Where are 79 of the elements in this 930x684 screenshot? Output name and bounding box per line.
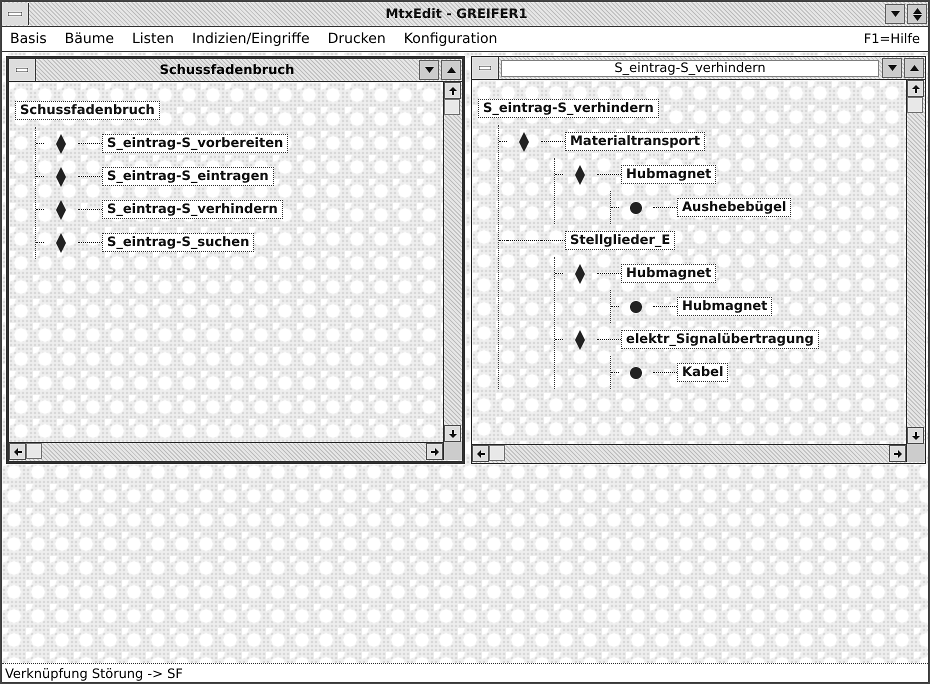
tree-node[interactable]: Aushebebügel [677,198,792,217]
scroll-up-button[interactable] [907,80,924,97]
scroll-left-button[interactable] [9,443,26,460]
tree-node[interactable]: S_eintrag-S_vorbereiten [102,134,288,153]
vertical-scrollbar[interactable] [443,82,462,442]
node-dot-icon [630,300,642,312]
minimize-button[interactable] [419,60,439,80]
menu-item[interactable]: Indizien/Eingriffe [192,31,310,47]
system-menu-button[interactable] [9,59,36,81]
node-dot-icon [630,202,642,214]
maximize-button[interactable] [441,60,461,80]
diamond-icon [56,166,66,186]
window-title: MtxEdit - GREIFER1 [384,6,529,22]
triangle-down-icon [888,65,896,71]
tree-node[interactable]: Schussfadenbruch [15,101,160,120]
dash-icon [16,68,28,72]
arrow-up-icon [448,86,456,94]
diamond-icon [56,232,66,252]
status-text: Verknüpfung Störung -> SF [4,667,183,682]
scroll-thumb[interactable] [26,443,42,459]
scroll-right-button[interactable] [889,445,906,462]
system-menu-button[interactable] [2,3,29,25]
vertical-scrollbar[interactable] [906,80,925,444]
horizontal-scrollbar[interactable] [9,442,443,461]
window-title: Schussfadenbruch [158,62,296,78]
minimize-button[interactable] [882,58,902,78]
menu-item[interactable]: Basis [10,31,47,47]
tree-node[interactable]: Hubmagnet [677,297,772,316]
node-dot-icon [630,366,642,378]
minimize-button[interactable] [885,4,905,24]
tree-node[interactable]: S_eintrag-S_suchen [102,233,254,252]
tree-node[interactable]: Materialtransport [565,132,706,151]
arrow-left-icon [476,450,484,458]
scroll-down-button[interactable] [444,425,461,442]
tree-node[interactable]: Stellglieder_E [565,231,676,250]
tree-node[interactable]: elektr_Signalübertragung [621,330,819,349]
menu-item[interactable]: Konfiguration [404,31,498,47]
menu-item[interactable]: Drucken [328,31,386,47]
scroll-thumb[interactable] [489,445,505,461]
tree-node[interactable]: S_eintrag-S_verhindern [478,99,659,118]
scroll-thumb[interactable] [444,99,460,115]
scroll-left-button[interactable] [472,445,489,462]
tree-node[interactable]: S_eintrag-S_verhindern [102,200,283,219]
diamond-icon [575,264,585,284]
arrow-up-icon [912,84,920,92]
arrow-right-icon [430,448,438,456]
scrollbar-corner [443,442,462,460]
tree-node[interactable]: Kabel [677,363,728,382]
tree-node[interactable]: Hubmagnet [621,264,716,283]
diamond-icon [56,134,66,154]
triangle-up-icon [910,65,918,71]
tree-node[interactable]: Hubmagnet [621,165,716,184]
diamond-icon [56,200,66,220]
menu-item[interactable]: Listen [132,31,174,47]
horizontal-scrollbar[interactable] [472,444,906,463]
dash-icon [479,66,491,70]
scroll-down-button[interactable] [907,427,924,444]
dash-icon [8,12,22,16]
scroll-right-button[interactable] [426,443,443,460]
system-menu-button[interactable] [472,57,499,79]
triangle-up-icon [446,67,456,73]
maximize-button[interactable] [904,58,924,78]
scroll-thumb[interactable] [907,97,923,113]
diamond-icon [575,164,585,184]
restore-icon [912,8,922,20]
arrow-left-icon [14,448,22,456]
menu-item[interactable]: Bäume [64,31,114,47]
scroll-up-button[interactable] [444,82,461,99]
help-hint: F1=Hilfe [864,32,920,46]
diamond-icon [519,132,529,152]
arrow-down-icon [448,430,456,438]
window-title: S_eintrag-S_verhindern [501,60,879,76]
triangle-down-icon [890,11,900,17]
restore-button[interactable] [907,4,927,24]
triangle-down-icon [424,67,434,73]
diamond-icon [575,330,585,350]
arrow-down-icon [912,432,920,440]
tree-node[interactable]: S_eintrag-S_eintragen [102,167,274,186]
arrow-right-icon [894,450,902,458]
